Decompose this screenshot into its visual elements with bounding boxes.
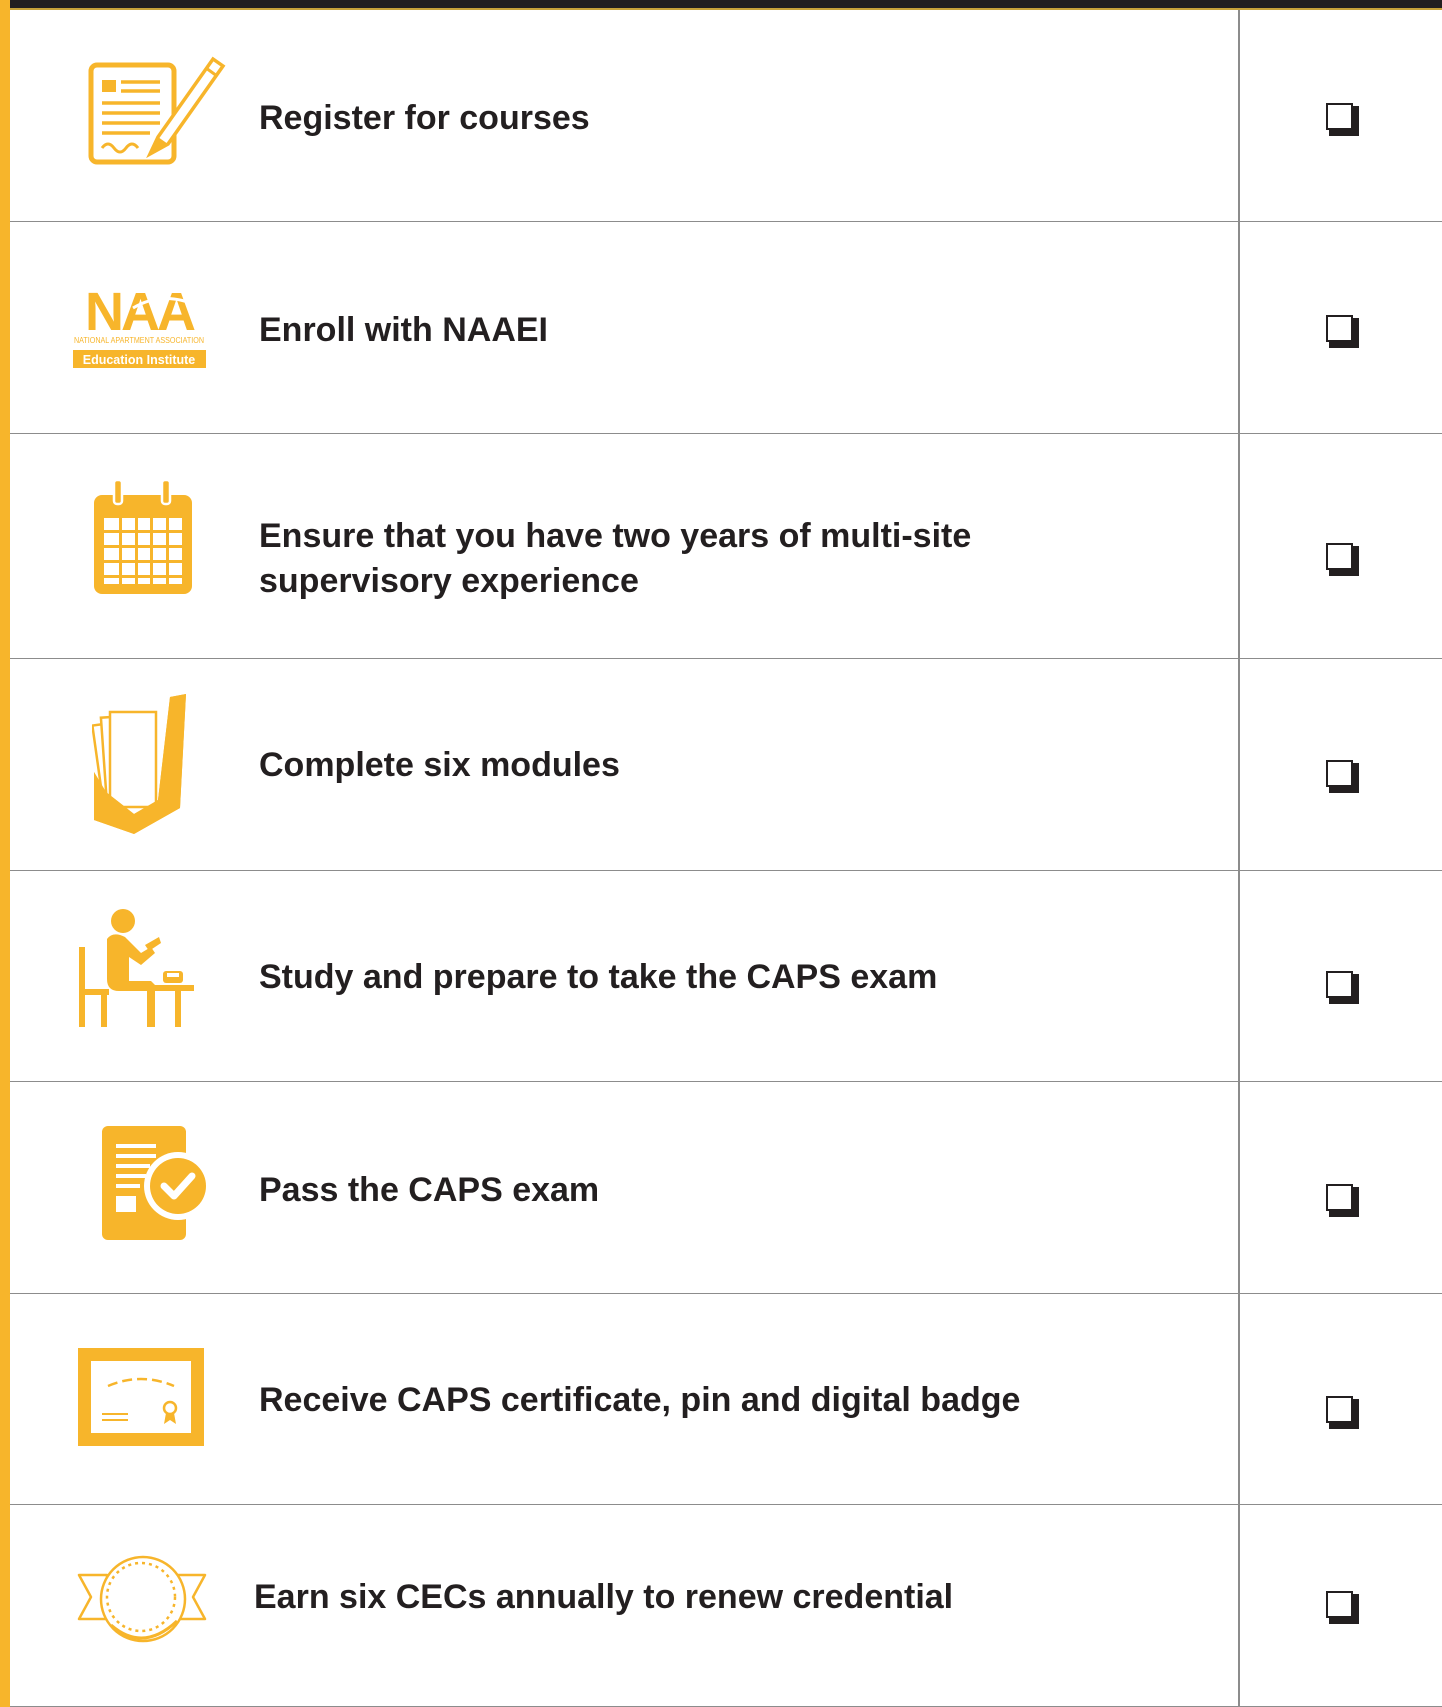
checklist-row: NAA NATIONAL APARTMENT ASSOCIATION Educa… bbox=[10, 222, 1442, 434]
step-label: Earn six CECs annually to renew credenti… bbox=[254, 1578, 954, 1616]
logo-wordmark: NAA bbox=[85, 284, 195, 342]
coin-ribbon-icon bbox=[77, 1553, 207, 1653]
checkbox[interactable] bbox=[1326, 543, 1359, 576]
checklist-row: Register for courses bbox=[10, 10, 1442, 222]
column-divider bbox=[1238, 10, 1240, 1707]
certificate-icon bbox=[78, 1348, 204, 1446]
document-check-icon bbox=[102, 1126, 216, 1242]
checklist-row: Receive CAPS certificate, pin and digita… bbox=[10, 1294, 1442, 1505]
checklist-row: Earn six CECs annually to renew credenti… bbox=[10, 1505, 1442, 1707]
checklist-row: Complete six modules bbox=[10, 659, 1442, 871]
step-label: Study and prepare to take the CAPS exam bbox=[259, 958, 938, 996]
step-label: Complete six modules bbox=[259, 746, 620, 784]
step-label: Enroll with NAAEI bbox=[259, 311, 548, 349]
step-label: Register for courses bbox=[259, 99, 590, 137]
step-label: Receive CAPS certificate, pin and digita… bbox=[259, 1381, 1021, 1419]
logo-tagline: NATIONAL APARTMENT ASSOCIATION bbox=[74, 336, 204, 345]
checklist-table: Register for courses NAA NATIONAL APARTM… bbox=[10, 10, 1442, 1707]
checkbox[interactable] bbox=[1326, 971, 1359, 1004]
checkbox[interactable] bbox=[1326, 103, 1359, 136]
calendar-icon bbox=[92, 480, 194, 596]
logo-band-text: Education Institute bbox=[83, 353, 196, 367]
step-label: Ensure that you have two years of multi-… bbox=[259, 517, 972, 600]
file-holder-icon bbox=[92, 692, 192, 834]
checklist-row: Pass the CAPS exam bbox=[10, 1082, 1442, 1294]
checkbox[interactable] bbox=[1326, 1184, 1359, 1217]
checklist-row: Study and prepare to take the CAPS exam bbox=[10, 871, 1442, 1082]
naa-logo: NAA NATIONAL APARTMENT ASSOCIATION Educa… bbox=[73, 284, 206, 374]
checkbox[interactable] bbox=[1326, 760, 1359, 793]
top-bar bbox=[0, 0, 1442, 10]
checkbox[interactable] bbox=[1326, 1591, 1359, 1624]
left-accent-bar bbox=[0, 0, 10, 1707]
form-pencil-icon bbox=[88, 52, 238, 172]
checkbox[interactable] bbox=[1326, 1396, 1359, 1429]
checklist-row: Ensure that you have two years of multi-… bbox=[10, 434, 1442, 659]
step-label: Pass the CAPS exam bbox=[259, 1171, 600, 1209]
person-studying-icon bbox=[79, 909, 199, 1027]
checkbox[interactable] bbox=[1326, 315, 1359, 348]
